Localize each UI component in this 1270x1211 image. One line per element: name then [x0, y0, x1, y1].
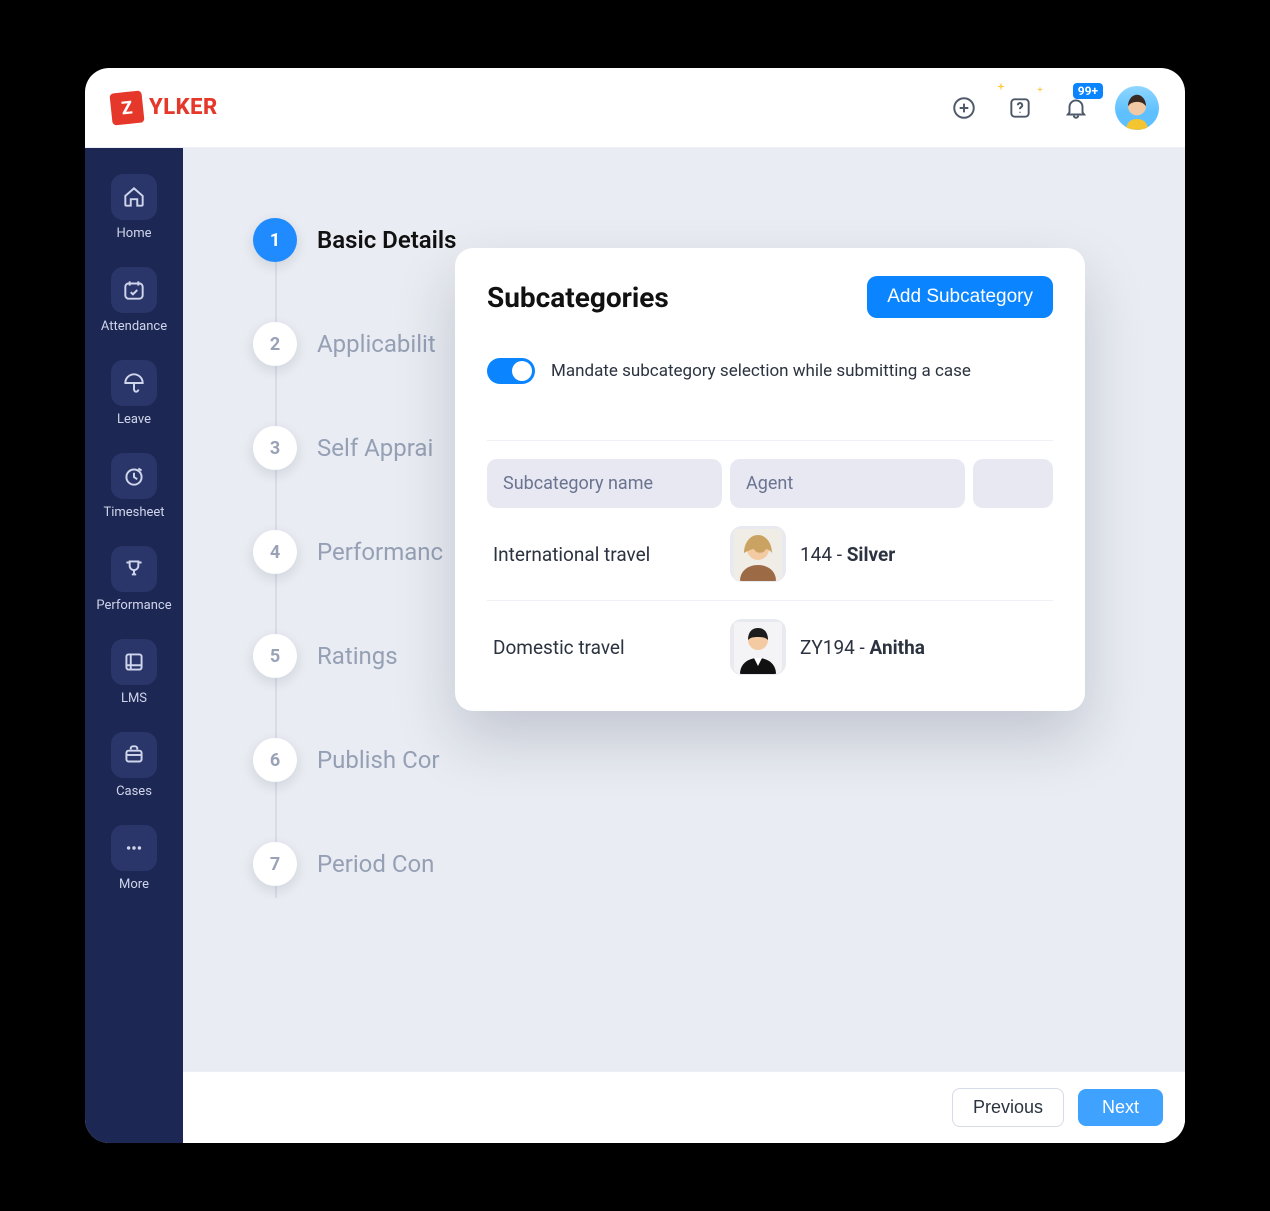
agent-avatar	[730, 619, 786, 675]
add-button[interactable]	[947, 91, 981, 125]
umbrella-icon	[121, 370, 147, 396]
sidebar-item-home[interactable]: Home	[93, 164, 175, 255]
sidebar-item-label: Home	[117, 226, 152, 241]
step-number: 3	[253, 426, 297, 470]
table-row[interactable]: Domestic travel ZY194 - Anitha	[487, 601, 1053, 693]
sidebar-item-label: Cases	[116, 784, 152, 799]
sidebar-item-label: More	[119, 877, 149, 892]
clock-icon	[121, 463, 147, 489]
avatar-icon	[1119, 90, 1155, 130]
subcategory-table: Subcategory name Agent International tra…	[487, 440, 1053, 693]
more-icon	[121, 835, 147, 861]
step-basic-details[interactable]: 1 Basic Details	[253, 218, 457, 262]
step-number: 7	[253, 842, 297, 886]
step-label: Applicabilit	[317, 330, 436, 358]
previous-button[interactable]: Previous	[952, 1088, 1064, 1127]
agent-name: ZY194 - Anitha	[800, 636, 925, 659]
sparkle-icon	[1037, 87, 1043, 93]
next-button[interactable]: Next	[1078, 1089, 1163, 1126]
mandate-toggle[interactable]	[487, 358, 535, 384]
body: Home Attendance Leave Timesheet Performa…	[85, 148, 1185, 1143]
step-number: 4	[253, 530, 297, 574]
subcategories-card: Subcategories Add Subcategory Mandate su…	[455, 248, 1085, 711]
sidebar-item-more[interactable]: More	[93, 815, 175, 906]
help-button[interactable]	[1003, 91, 1037, 125]
card-title: Subcategories	[487, 281, 669, 314]
sidebar-item-cases[interactable]: Cases	[93, 722, 175, 813]
sidebar: Home Attendance Leave Timesheet Performa…	[85, 148, 183, 1143]
step-period[interactable]: 7 Period Con	[253, 842, 457, 886]
step-ratings[interactable]: 5 Ratings	[253, 634, 457, 678]
step-publish[interactable]: 6 Publish Cor	[253, 738, 457, 782]
footer: Previous Next	[183, 1071, 1185, 1143]
plus-circle-icon	[951, 95, 977, 121]
sidebar-item-label: LMS	[121, 691, 147, 706]
calendar-check-icon	[121, 277, 147, 303]
trophy-icon	[121, 556, 147, 582]
step-label: Basic Details	[317, 226, 457, 254]
step-number: 6	[253, 738, 297, 782]
column-agent: Agent	[730, 459, 965, 508]
sidebar-item-label: Timesheet	[103, 505, 164, 520]
sparkle-icon	[997, 83, 1005, 91]
agent-name: 144 - Silver	[800, 543, 895, 566]
book-icon	[121, 649, 147, 675]
step-label: Publish Cor	[317, 746, 440, 774]
app-window: Z YLKER 99+	[85, 68, 1185, 1143]
sidebar-item-label: Leave	[117, 412, 151, 427]
topbar: Z YLKER 99+	[85, 68, 1185, 148]
sidebar-item-label: Performance	[96, 598, 171, 613]
brand-tile: Z	[109, 90, 144, 125]
brand-name: YLKER	[149, 95, 218, 120]
home-icon	[121, 184, 147, 210]
column-actions	[973, 459, 1053, 508]
help-icon	[1007, 95, 1033, 121]
step-applicability[interactable]: 2 Applicabilit	[253, 322, 457, 366]
add-subcategory-button[interactable]: Add Subcategory	[867, 276, 1053, 318]
profile-avatar[interactable]	[1115, 86, 1159, 130]
step-label: Ratings	[317, 642, 398, 670]
step-number: 5	[253, 634, 297, 678]
step-number: 1	[253, 218, 297, 262]
step-number: 2	[253, 322, 297, 366]
notification-badge: 99+	[1073, 83, 1103, 99]
mandate-toggle-label: Mandate subcategory selection while subm…	[551, 361, 971, 381]
sidebar-item-lms[interactable]: LMS	[93, 629, 175, 720]
briefcase-icon	[121, 742, 147, 768]
step-label: Period Con	[317, 850, 434, 878]
subcategory-name: International travel	[493, 543, 722, 566]
step-performance[interactable]: 4 Performanc	[253, 530, 457, 574]
sidebar-item-label: Attendance	[101, 319, 167, 334]
subcategory-name: Domestic travel	[493, 636, 722, 659]
agent-avatar	[730, 526, 786, 582]
sidebar-item-attendance[interactable]: Attendance	[93, 257, 175, 348]
top-actions: 99+	[947, 86, 1159, 130]
sidebar-item-leave[interactable]: Leave	[93, 350, 175, 441]
step-label: Performanc	[317, 538, 443, 566]
stepper: 1 Basic Details 2 Applicabilit 3 Self Ap…	[253, 218, 457, 886]
step-label: Self Apprai	[317, 434, 433, 462]
column-subcategory-name: Subcategory name	[487, 459, 722, 508]
notifications-button[interactable]: 99+	[1059, 91, 1093, 125]
sidebar-item-performance[interactable]: Performance	[93, 536, 175, 627]
main-area: 1 Basic Details 2 Applicabilit 3 Self Ap…	[183, 148, 1185, 1143]
sidebar-item-timesheet[interactable]: Timesheet	[93, 443, 175, 534]
brand-logo[interactable]: Z YLKER	[111, 92, 218, 124]
step-self-appraisal[interactable]: 3 Self Apprai	[253, 426, 457, 470]
table-row[interactable]: International travel 144 - Silver	[487, 508, 1053, 601]
